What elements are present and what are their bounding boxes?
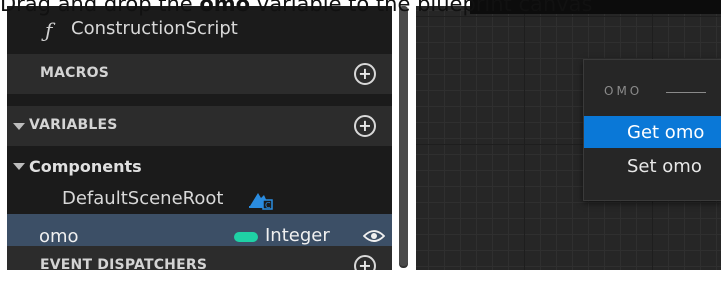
integer-type-pill-icon (234, 232, 258, 242)
panel-scrollbar[interactable] (399, 6, 408, 268)
caption-text-after: variable to the blueprint canvas (250, 0, 593, 16)
scene-component-icon: C (249, 193, 273, 210)
get-set-context-menu: OMO Get omo Set omo (583, 59, 721, 201)
components-category[interactable]: Components (7, 154, 392, 180)
caption-variable-name: omo (199, 0, 251, 16)
variables-label: VARIABLES (29, 117, 118, 133)
variable-name: omo (39, 226, 79, 247)
add-variable-button[interactable]: + (354, 115, 376, 137)
default-scene-root-item[interactable]: DefaultSceneRoot C (7, 182, 392, 214)
get-omo-menu-item[interactable]: Get omo (584, 116, 721, 148)
caption-text-before: Drag and drop the (0, 0, 200, 16)
collapse-triangle-icon[interactable] (13, 163, 25, 170)
instruction-caption: Drag and drop the omo variable to the bl… (0, 0, 721, 17)
construction-script-label: ConstructionScript (71, 18, 238, 39)
set-omo-label: Set omo (627, 156, 702, 177)
scrollbar-thumb[interactable] (399, 6, 408, 266)
my-blueprint-panel: ƒ ConstructionScript MACROS + VARIABLES … (7, 6, 392, 270)
add-macro-button[interactable]: + (354, 63, 376, 85)
macros-section-header[interactable]: MACROS + (7, 54, 392, 94)
svg-text:C: C (265, 201, 271, 210)
collapse-triangle-icon[interactable] (13, 123, 25, 130)
context-menu-header: OMO (604, 84, 643, 98)
visibility-eye-icon[interactable] (363, 228, 385, 244)
macros-label: MACROS (40, 65, 110, 81)
default-scene-root-label: DefaultSceneRoot (62, 188, 224, 209)
variable-type[interactable]: Integer (265, 225, 330, 246)
add-event-dispatcher-button[interactable]: + (354, 255, 376, 270)
components-label: Components (29, 157, 142, 176)
screenshot-frame: Drag and drop the omo variable to the bl… (0, 0, 721, 302)
event-dispatchers-label: EVENT DISPATCHERS (40, 257, 208, 270)
menu-header-divider (666, 92, 706, 93)
get-omo-label: Get omo (627, 122, 705, 143)
event-dispatchers-section-header[interactable]: EVENT DISPATCHERS + (7, 246, 392, 270)
function-icon: ƒ (45, 18, 53, 42)
variables-section-header[interactable]: VARIABLES + (7, 106, 392, 146)
set-omo-menu-item[interactable]: Set omo (584, 150, 721, 182)
